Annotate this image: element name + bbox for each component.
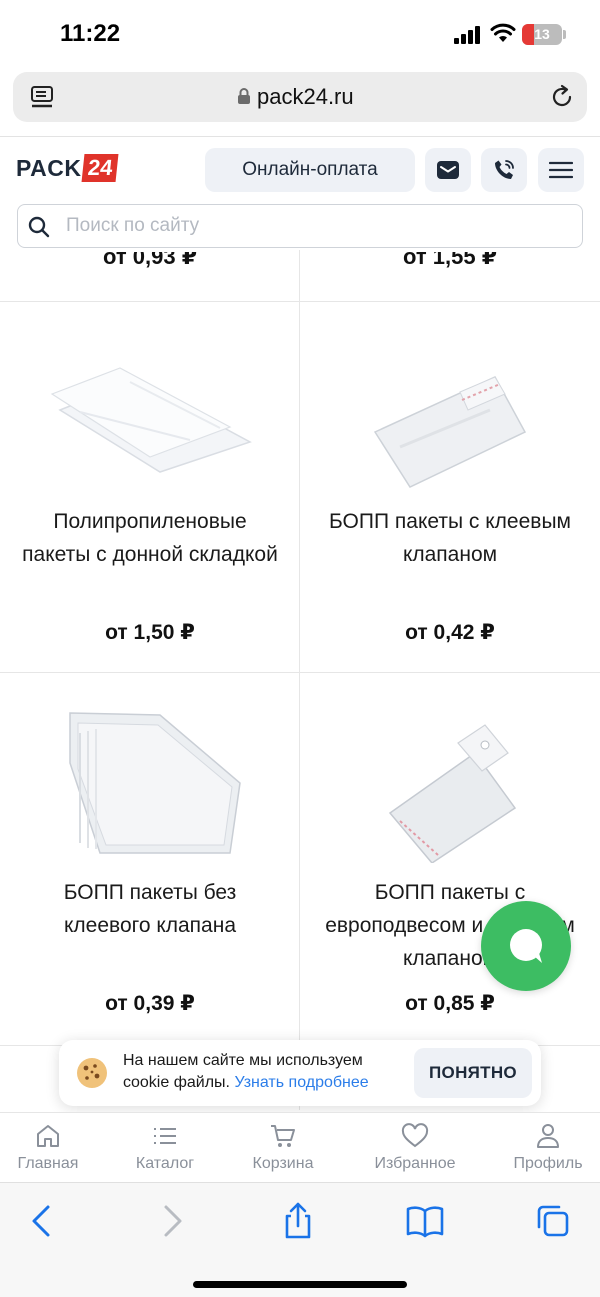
product-image[interactable] [340, 703, 560, 863]
forward-icon[interactable] [152, 1201, 192, 1241]
home-indicator [193, 1281, 407, 1288]
nav-item-favorites[interactable]: Избранное [360, 1123, 470, 1173]
search-icon [28, 216, 50, 238]
product-card[interactable]: БОПП пакеты без клеевого клапана от 0,39… [0, 673, 300, 1043]
catalog-icon [154, 1128, 176, 1144]
wifi-icon [490, 23, 516, 42]
mail-button[interactable] [425, 148, 471, 192]
user-icon [537, 1124, 559, 1148]
menu-button[interactable] [538, 148, 584, 192]
nav-item-cart[interactable]: Корзина [228, 1123, 338, 1173]
cookie-learn-more-link[interactable]: Узнать подробнее [234, 1074, 368, 1091]
address-bar[interactable]: pack24.ru [13, 72, 587, 122]
cart-icon [271, 1125, 295, 1147]
site-bottom-nav: Главная Каталог Корзина Избранное Профил… [0, 1112, 600, 1182]
product-image[interactable] [40, 332, 260, 492]
cookie-icon [77, 1058, 107, 1088]
product-title[interactable]: БОПП пакеты с клеевым клапаном [320, 505, 580, 571]
safari-toolbar [0, 1182, 600, 1297]
home-icon [37, 1125, 59, 1147]
nav-label: Каталог [135, 1155, 195, 1172]
cookie-message: На нашем сайте мы используем cookie файл… [123, 1050, 408, 1094]
search-input[interactable] [66, 205, 566, 247]
lock-icon [238, 88, 250, 104]
product-image[interactable] [340, 332, 560, 492]
mail-icon [437, 161, 459, 179]
browser-divider [0, 136, 600, 137]
product-price: от 0,42 ₽ [405, 621, 495, 644]
phone-icon [495, 160, 514, 179]
nav-label: Избранное [374, 1155, 456, 1172]
reload-icon[interactable] [549, 84, 575, 110]
chat-bubble-icon [510, 929, 542, 963]
chat-button[interactable] [481, 901, 571, 991]
cookie-banner: На нашем сайте мы используем cookie файл… [59, 1040, 541, 1106]
product-price: от 1,50 ₽ [105, 621, 195, 644]
product-price: от 0,39 ₽ [105, 992, 195, 1015]
product-image[interactable] [40, 703, 260, 863]
product-card[interactable]: БОПП пакеты с клеевым клапаном от 0,42 ₽ [300, 302, 600, 672]
battery-icon: 13 [522, 24, 562, 45]
nav-label: Профиль [513, 1155, 583, 1172]
column-divider [299, 250, 300, 1110]
product-title[interactable]: Полипропиленовые пакеты с донной складко… [20, 505, 280, 571]
cellular-signal-icon [454, 26, 484, 44]
site-search[interactable] [17, 204, 583, 248]
status-bar: 11:22 13 [0, 0, 600, 68]
back-icon[interactable] [22, 1201, 62, 1241]
tabs-icon[interactable] [533, 1201, 573, 1241]
product-card[interactable]: Полипропиленовые пакеты с донной складко… [0, 302, 300, 672]
heart-icon [401, 1123, 429, 1148]
logo-number: 24 [81, 154, 120, 182]
online-payment-button[interactable]: Онлайн-оплата [205, 148, 415, 192]
url-text[interactable]: pack24.ru [257, 84, 354, 110]
battery-level: 13 [534, 26, 550, 42]
product-title[interactable]: БОПП пакеты без клеевого клапана [20, 876, 280, 942]
share-icon[interactable] [278, 1201, 318, 1241]
hamburger-icon [549, 161, 573, 179]
bookmarks-icon[interactable] [405, 1201, 445, 1241]
partial-price-right: от 1,55 ₽ [402, 250, 497, 269]
nav-label: Корзина [252, 1155, 314, 1172]
logo-text: PACK [16, 154, 82, 181]
call-button[interactable] [481, 148, 527, 192]
partial-price-left: от 0,93 ₽ [102, 250, 197, 269]
nav-item-profile[interactable]: Профиль [493, 1123, 600, 1173]
page-menu-icon[interactable] [29, 84, 55, 110]
product-price: от 0,85 ₽ [405, 992, 495, 1015]
nav-item-home[interactable]: Главная [0, 1123, 103, 1173]
nav-item-catalog[interactable]: Каталог [110, 1123, 220, 1173]
site-logo[interactable]: PACK 24 [16, 150, 120, 186]
nav-label: Главная [17, 1155, 79, 1172]
cookie-accept-button[interactable]: ПОНЯТНО [414, 1048, 532, 1098]
product-card[interactable]: БОПП пакеты с европодвесом и клеевым кла… [300, 673, 600, 1043]
battery-tip [563, 30, 566, 39]
status-time: 11:22 [60, 20, 121, 47]
